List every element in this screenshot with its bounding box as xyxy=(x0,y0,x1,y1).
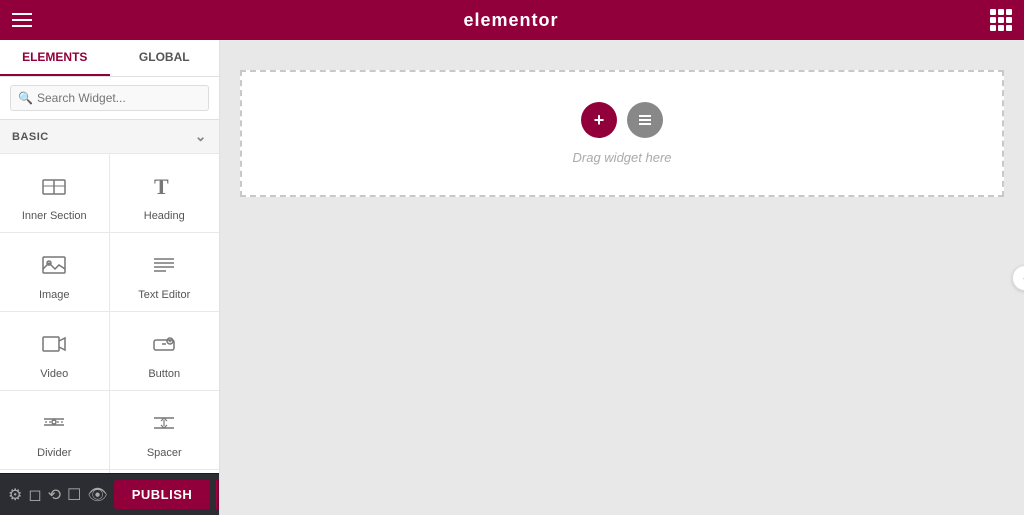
widget-label-text-editor: Text Editor xyxy=(138,289,190,301)
sidebar: ELEMENTS GLOBAL 🔍 BASIC ⌄ Inner Section xyxy=(0,40,220,515)
section-handle-button[interactable] xyxy=(627,102,663,138)
hamburger-menu[interactable] xyxy=(12,13,32,27)
search-bar: 🔍 xyxy=(0,77,219,120)
spacer-icon xyxy=(146,405,182,441)
apps-grid-icon[interactable] xyxy=(990,9,1012,31)
widget-label-button: Button xyxy=(148,368,180,380)
search-icon: 🔍 xyxy=(18,91,33,105)
widget-button[interactable]: Button xyxy=(110,312,220,391)
bottom-bar: ⚙ ◻ ⟲ ☐ 👁 PUBLISH ▼ xyxy=(0,473,219,515)
settings-icon[interactable]: ⚙ xyxy=(8,480,22,510)
inner-section-icon xyxy=(36,168,72,204)
widget-image[interactable]: Image xyxy=(0,233,110,312)
widget-divider[interactable]: Divider xyxy=(0,391,110,470)
section-label: BASIC xyxy=(12,131,49,143)
widget-label-video: Video xyxy=(40,368,68,380)
widget-inner-section[interactable]: Inner Section xyxy=(0,154,110,233)
sidebar-tabs: ELEMENTS GLOBAL xyxy=(0,40,219,77)
section-header-basic: BASIC ⌄ xyxy=(0,120,219,154)
widget-text-editor[interactable]: Text Editor xyxy=(110,233,220,312)
widget-label-divider: Divider xyxy=(37,447,71,459)
search-input[interactable] xyxy=(10,85,209,111)
history-icon[interactable]: ⟲ xyxy=(48,480,61,510)
add-section-button[interactable]: + xyxy=(581,102,617,138)
svg-text:T: T xyxy=(154,174,169,199)
divider-icon xyxy=(36,405,72,441)
widget-label-image: Image xyxy=(39,289,70,301)
elementor-logo: elementor xyxy=(463,10,558,31)
layers-icon[interactable]: ◻ xyxy=(28,480,41,510)
canvas-section: + Drag widget here xyxy=(240,70,1004,197)
top-bar: elementor xyxy=(0,0,1024,40)
widget-video[interactable]: Video xyxy=(0,312,110,391)
image-icon xyxy=(36,247,72,283)
chevron-down-icon[interactable]: ⌄ xyxy=(195,128,207,145)
canvas-area: + Drag widget here ‹ xyxy=(220,40,1024,515)
main-layout: ELEMENTS GLOBAL 🔍 BASIC ⌄ Inner Section xyxy=(0,40,1024,515)
canvas-controls: + xyxy=(581,102,663,138)
sidebar-collapse-toggle[interactable]: ‹ xyxy=(1012,265,1024,291)
tab-elements[interactable]: ELEMENTS xyxy=(0,40,110,76)
heading-icon: T xyxy=(146,168,182,204)
widget-label-heading: Heading xyxy=(144,210,185,222)
video-icon xyxy=(36,326,72,362)
responsive-icon[interactable]: ☐ xyxy=(67,480,81,510)
button-icon xyxy=(146,326,182,362)
publish-button[interactable]: PUBLISH xyxy=(114,480,211,509)
preview-icon[interactable]: 👁 xyxy=(87,480,107,510)
text-editor-icon xyxy=(146,247,182,283)
tab-global[interactable]: GLOBAL xyxy=(110,40,220,76)
drag-hint: Drag widget here xyxy=(573,150,672,165)
widget-label-inner-section: Inner Section xyxy=(22,210,87,222)
widget-heading[interactable]: T Heading xyxy=(110,154,220,233)
widget-spacer[interactable]: Spacer xyxy=(110,391,220,470)
widget-label-spacer: Spacer xyxy=(147,447,182,459)
widgets-grid: Inner Section T Heading Image xyxy=(0,154,219,473)
